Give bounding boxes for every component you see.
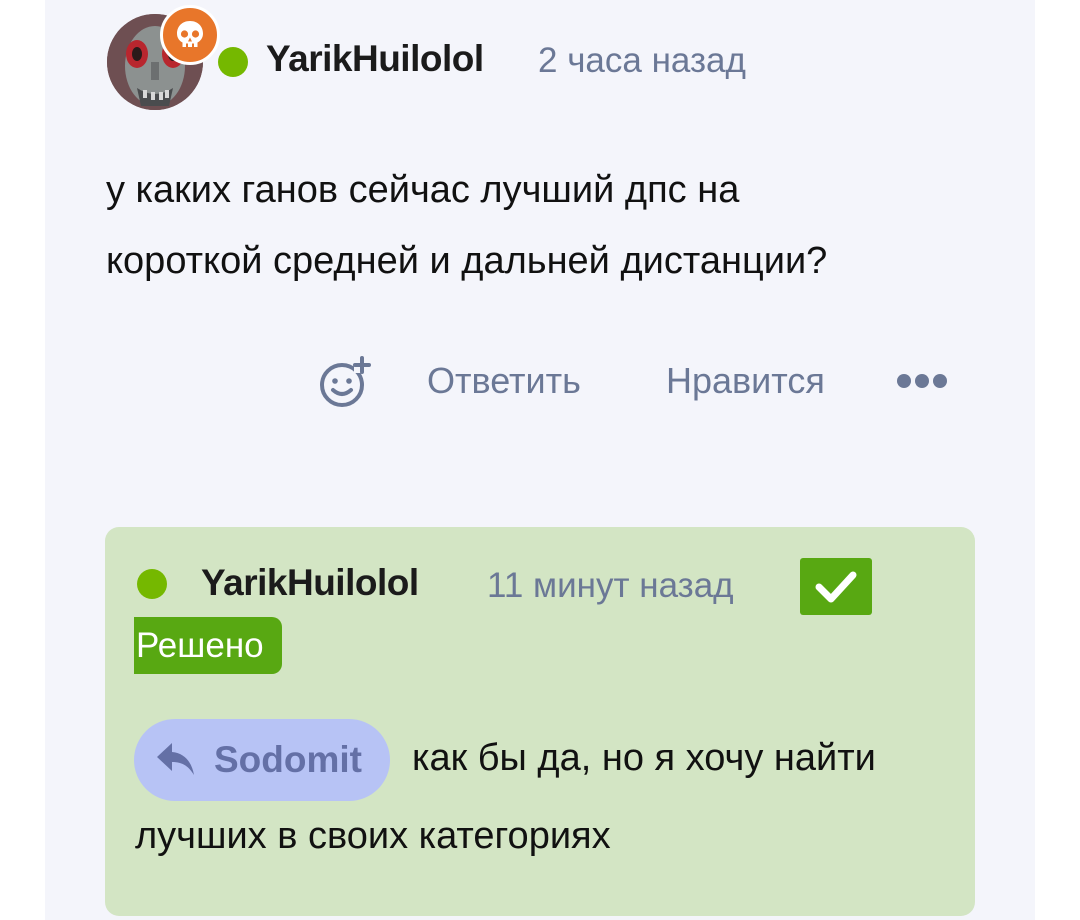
mention-username: Sodomit bbox=[214, 739, 362, 780]
comment-timestamp: 2 часа назад bbox=[538, 41, 746, 80]
comment-text-line: у каких ганов сейчас лучший дпс на bbox=[106, 169, 740, 211]
online-status-dot bbox=[218, 47, 248, 77]
reply-text-line: лучших в своих категориях bbox=[135, 815, 611, 857]
comment-author-name[interactable]: YarikHuilolol bbox=[266, 38, 484, 80]
like-button[interactable]: Нравится bbox=[666, 360, 825, 402]
online-status-dot bbox=[137, 569, 167, 599]
skull-icon bbox=[160, 5, 220, 65]
comment-thread-page: YarikHuilolol 2 часа назад у каких ганов… bbox=[0, 0, 1080, 920]
reply-author-name[interactable]: YarikHuilolol bbox=[201, 562, 419, 604]
solved-badge: Решено bbox=[134, 617, 282, 674]
reply-arrow-icon bbox=[156, 741, 196, 779]
comment-text-line: короткой средней и дальней дистанции? bbox=[106, 240, 828, 282]
reply-text-line: как бы да, но я хочу найти bbox=[412, 737, 876, 779]
mention-pill[interactable]: Sodomit bbox=[134, 719, 390, 801]
reply-button[interactable]: Ответить bbox=[427, 360, 581, 402]
reply-timestamp: 11 минут назад bbox=[487, 566, 734, 605]
more-dots-icon[interactable] bbox=[896, 372, 948, 390]
comment-text: у каких ганов сейчас лучший дпс на корот… bbox=[106, 155, 827, 297]
add-reaction-icon[interactable] bbox=[316, 355, 372, 411]
checkmark-icon bbox=[800, 558, 872, 615]
